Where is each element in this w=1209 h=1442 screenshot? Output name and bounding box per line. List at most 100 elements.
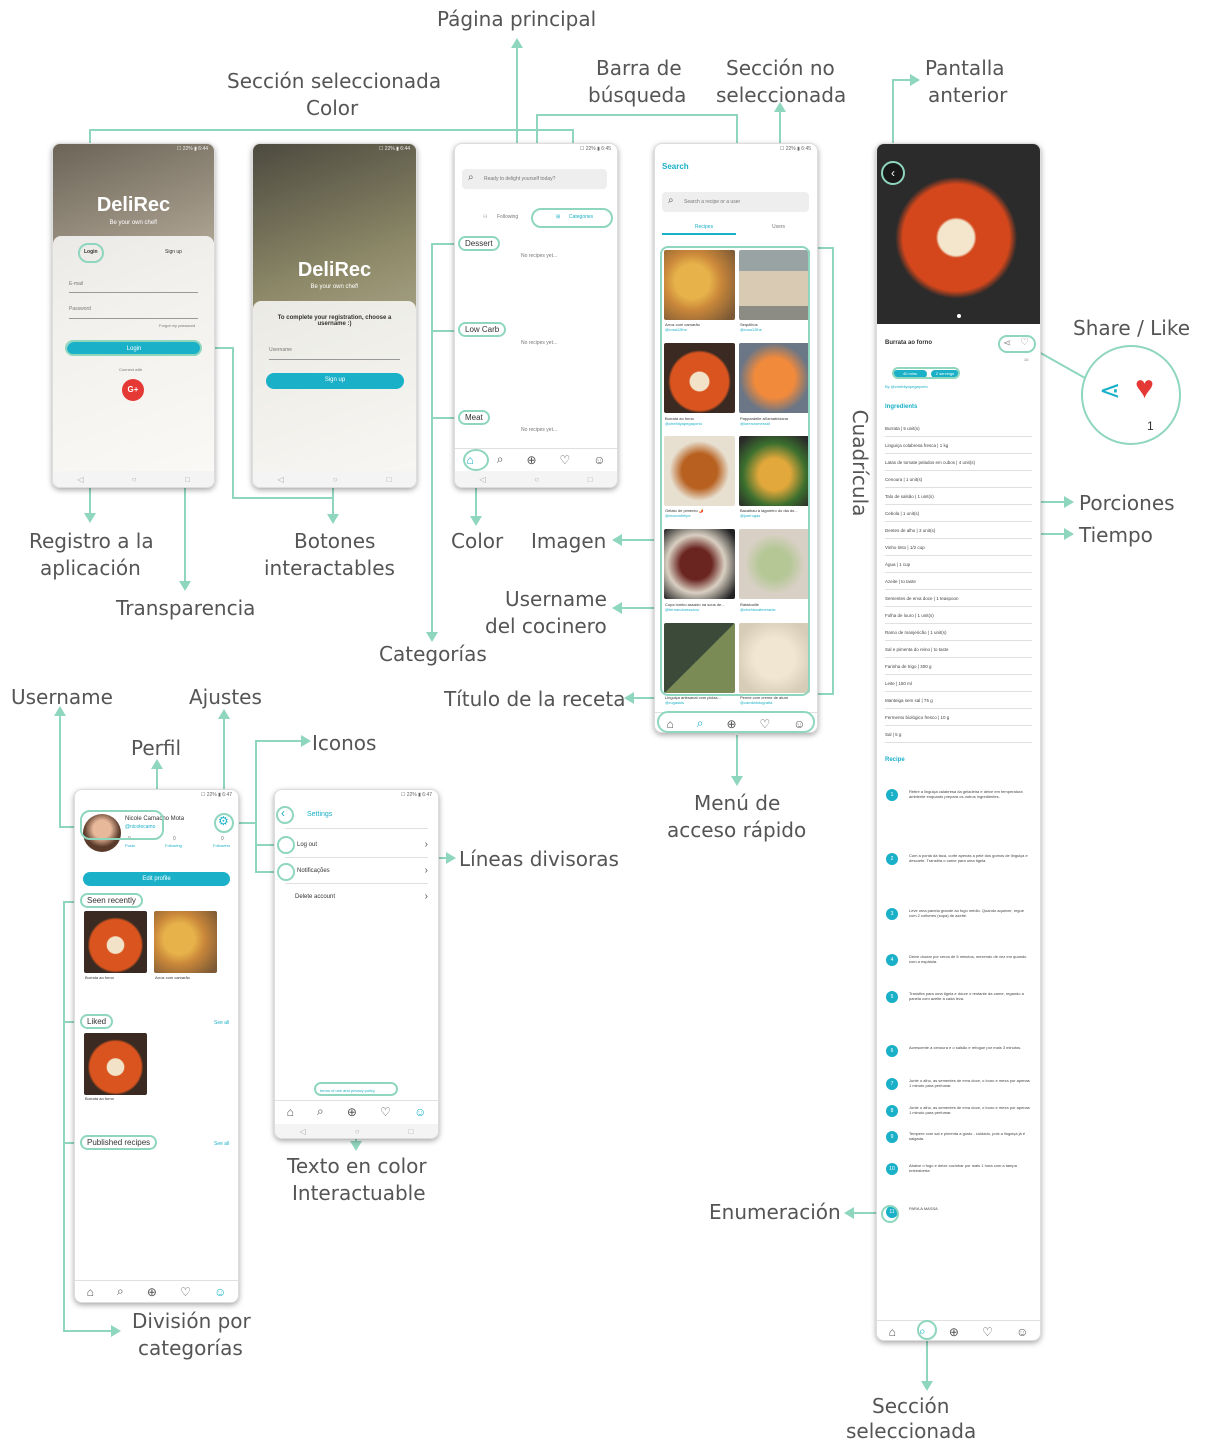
stat-label[interactable]: Following — [165, 843, 182, 848]
back-icon[interactable]: ◁ — [278, 475, 284, 484]
android-nav: ◁ ○ □ — [253, 471, 416, 487]
ingredient-item: Latas de tomate pelados em cubos | 4 uni… — [885, 460, 975, 465]
stat-label[interactable]: Posts — [125, 843, 135, 848]
home-icon[interactable]: ○ — [333, 475, 338, 484]
category-lowcarb[interactable]: Low Carb — [458, 322, 507, 337]
signup-button[interactable]: Sign up — [266, 373, 404, 389]
step-text: Retire a linguiça calabresa da geladeira… — [909, 789, 1023, 799]
stat-value: 0 — [221, 836, 224, 842]
home-icon[interactable]: ⌂ — [889, 1325, 896, 1339]
profile-icon[interactable]: ☺ — [414, 1105, 426, 1119]
ingredient-item: Farinha de trigo | 300 g — [885, 664, 932, 669]
share-icon[interactable]: ⋖ — [1099, 375, 1121, 406]
profile-icon[interactable]: ☺ — [1016, 1325, 1028, 1339]
search-icon[interactable]: ⌕ — [117, 1284, 124, 1299]
add-icon[interactable]: ⊕ — [347, 1105, 357, 1119]
label-seccion-seleccionada: Sección seleccionada — [227, 69, 442, 93]
heart-icon[interactable]: ♡ — [1020, 337, 1029, 348]
recents-icon[interactable]: □ — [409, 1127, 414, 1136]
home-icon[interactable]: ⌂ — [87, 1285, 94, 1299]
label-pantalla-2: anterior — [928, 83, 1008, 107]
label-texto-color-1: Texto en color — [287, 1154, 427, 1178]
forgot-password-link[interactable]: Forgot my password — [159, 323, 195, 328]
recipe-title[interactable]: Burrata ao forno — [85, 975, 114, 980]
tab-following[interactable]: Following — [497, 214, 518, 220]
divider — [285, 857, 428, 858]
android-nav: ◁ ○ □ — [455, 471, 617, 487]
tab-recipes[interactable]: Recipes — [695, 224, 713, 230]
step-number: 6 — [886, 1045, 898, 1057]
login-tab-highlight — [78, 243, 104, 263]
recipe-title[interactable]: Burrata ao forno — [85, 1096, 114, 1101]
see-all-link[interactable]: See all — [214, 1141, 229, 1147]
home-icon[interactable]: ○ — [534, 475, 539, 484]
search-icon[interactable]: ⌕ — [317, 1104, 324, 1119]
back-icon[interactable]: ◁ — [77, 475, 83, 484]
label-menu-1: Menú de — [694, 791, 781, 815]
home-icon[interactable]: ⌂ — [287, 1105, 294, 1119]
add-icon[interactable]: ⊕ — [949, 1325, 959, 1339]
tab-signup[interactable]: Sign up — [165, 249, 182, 255]
see-all-link[interactable]: See all — [214, 1020, 229, 1026]
bottom-selected-highlight — [917, 1320, 937, 1340]
heart-icon[interactable]: ♡ — [180, 1285, 191, 1299]
tab-users[interactable]: Users — [772, 224, 785, 230]
recipe-author[interactable]: By @chefdiyapegaporto — [885, 384, 928, 389]
google-icon[interactable]: G+ — [122, 379, 144, 401]
category-meat[interactable]: Meat — [458, 410, 490, 425]
recipe-title[interactable]: Arroz com camarão — [155, 975, 190, 980]
add-icon[interactable]: ⊕ — [526, 453, 536, 467]
recents-icon[interactable]: □ — [185, 475, 190, 484]
back-icon[interactable]: ◁ — [300, 1127, 306, 1136]
divider — [885, 436, 1032, 437]
android-nav: ◁ ○ □ — [53, 471, 214, 487]
stat-label[interactable]: Followers — [213, 843, 230, 848]
email-field[interactable] — [69, 292, 198, 293]
home-icon[interactable]: ○ — [355, 1127, 360, 1136]
chevron-right-icon[interactable]: › — [425, 865, 428, 876]
heart-icon[interactable]: ♥ — [1135, 369, 1154, 406]
divider — [885, 521, 1032, 522]
recipe-image[interactable] — [84, 911, 147, 973]
search-placeholder: Ready to delight yourself today? — [484, 176, 556, 182]
edit-profile-button[interactable]: Edit profile — [83, 872, 230, 886]
search-bar[interactable]: ⌕ Ready to delight yourself today? — [462, 169, 607, 189]
step-text: Transfira para uma tigela e doure o rest… — [909, 991, 1024, 1001]
profile-icon[interactable]: ☺ — [214, 1285, 226, 1299]
heart-icon[interactable]: ♡ — [380, 1105, 391, 1119]
label-division-1: División por — [132, 1309, 251, 1333]
heart-icon[interactable]: ♡ — [982, 1325, 993, 1339]
divider — [885, 657, 1032, 658]
recents-icon[interactable]: □ — [387, 475, 392, 484]
step-number: 10 — [886, 1163, 898, 1175]
back-icon[interactable]: ‹ — [281, 806, 285, 820]
search-icon[interactable]: ⌕ — [497, 452, 504, 467]
recipe-image[interactable] — [84, 1033, 147, 1095]
search-bar[interactable]: ⌕ Search a recipe or a user — [662, 192, 809, 212]
username-field[interactable] — [269, 359, 400, 360]
category-dessert[interactable]: Dessert — [458, 236, 500, 251]
password-field[interactable] — [69, 318, 198, 319]
settings-delete-account[interactable]: Delete account — [295, 894, 335, 900]
gear-icon[interactable]: ⚙ — [218, 814, 229, 828]
recipe-user[interactable]: @rogaskis — [665, 700, 684, 705]
recents-icon[interactable]: □ — [588, 475, 593, 484]
recipe-image[interactable] — [154, 911, 217, 973]
share-icon[interactable]: ⋖ — [1003, 338, 1011, 349]
add-icon[interactable]: ⊕ — [147, 1285, 157, 1299]
back-icon[interactable]: ◁ — [479, 475, 485, 484]
chevron-right-icon[interactable]: › — [425, 891, 428, 902]
chevron-right-icon[interactable]: › — [425, 839, 428, 850]
back-icon[interactable]: ‹ — [881, 161, 905, 185]
search-icon: ⌕ — [468, 172, 474, 183]
heart-icon[interactable]: ♡ — [559, 453, 570, 467]
ingredient-item: Sal | 5 g — [885, 732, 902, 737]
profile-icon[interactable]: ☺ — [593, 453, 605, 467]
label-share-like: Share / Like — [1073, 316, 1191, 340]
settings-notifications[interactable]: Notificações — [297, 868, 330, 874]
home-icon[interactable]: ○ — [132, 475, 137, 484]
back-icon[interactable] — [276, 806, 294, 824]
settings-logout[interactable]: Log out — [297, 842, 317, 848]
register-prompt: To complete your registration, choose a … — [277, 315, 392, 327]
recipe-user[interactable]: @camilafotografia — [740, 700, 772, 705]
